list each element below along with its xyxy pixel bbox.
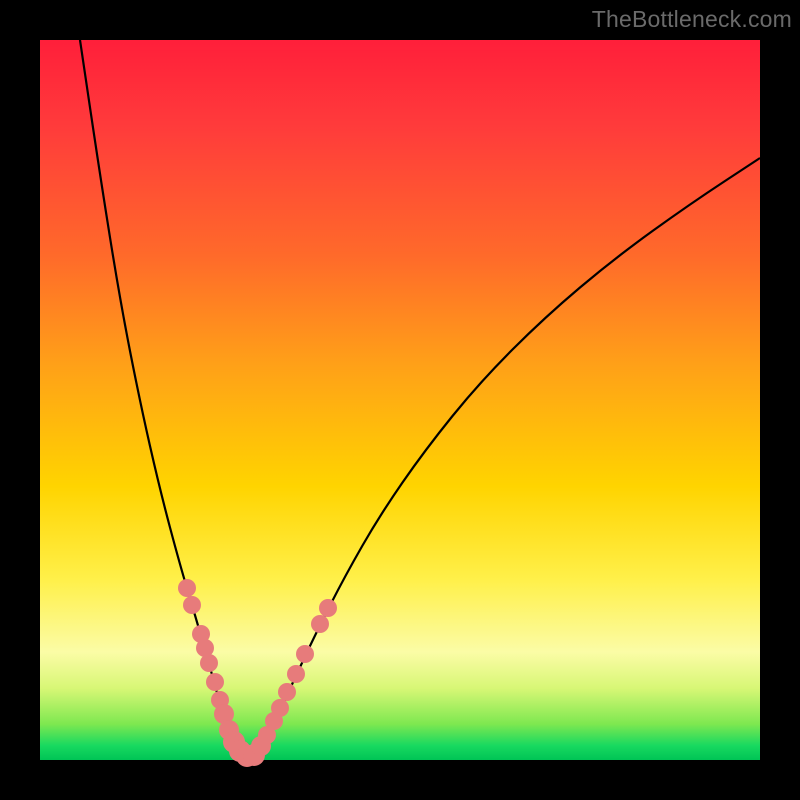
highlight-dot [206,673,224,691]
curve-group [80,40,760,756]
highlight-dot [178,579,196,597]
watermark-text: TheBottleneck.com [592,6,792,33]
curve-left-branch [80,40,245,756]
chart-frame: TheBottleneck.com [0,0,800,800]
highlight-dot [278,683,296,701]
highlight-dot [200,654,218,672]
curve-right-branch [245,158,760,756]
highlight-dot [287,665,305,683]
plot-area [40,40,760,760]
highlight-dot [311,615,329,633]
curve-svg [40,40,760,760]
highlight-dot [183,596,201,614]
highlight-dot [296,645,314,663]
dots-group [178,579,337,767]
highlight-dot [319,599,337,617]
highlight-dot [271,699,289,717]
